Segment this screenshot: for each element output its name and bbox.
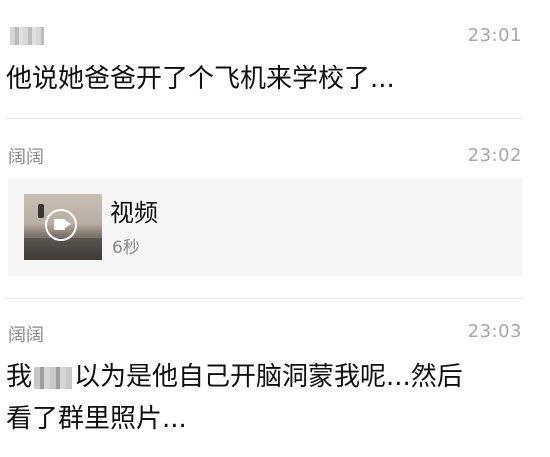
sender-name: 阔阔 xyxy=(8,325,44,346)
message-time: 23:02 xyxy=(467,145,522,166)
message-text-line2: 看了群里照片... xyxy=(6,404,187,434)
sender-name: 阔阔 xyxy=(8,147,44,168)
message-text: 我 以为是他自己开脑洞蒙我呢...然后 看了群里照片... xyxy=(6,356,526,440)
message-1: 23:01 他说她爸爸开了个飞机来学校了... xyxy=(0,0,550,120)
video-message-card[interactable]: 视频 6秒 xyxy=(8,178,522,276)
video-camera-icon xyxy=(54,219,65,230)
thumbnail-figure xyxy=(38,204,44,218)
thumbnail-ground xyxy=(24,238,102,260)
message-text-prefix: 我 xyxy=(6,362,33,392)
video-thumbnail[interactable] xyxy=(24,194,102,260)
sender-name-redacted xyxy=(10,26,44,46)
divider xyxy=(6,118,522,119)
video-title: 视频 xyxy=(110,199,158,227)
redacted-text-block xyxy=(34,366,73,389)
message-time: 23:03 xyxy=(467,321,522,342)
message-3: 阔阔 23:03 我 以为是他自己开脑洞蒙我呢...然后 看了群里照片... xyxy=(0,300,550,457)
video-camera-lens-icon xyxy=(65,220,71,228)
message-time: 23:01 xyxy=(467,25,522,46)
video-duration: 6秒 xyxy=(112,238,140,258)
divider xyxy=(6,298,522,299)
message-text-rest: 以为是他自己开脑洞蒙我呢...然后 xyxy=(74,362,463,392)
message-text: 他说她爸爸开了个飞机来学校了... xyxy=(6,64,395,94)
redacted-name-block xyxy=(10,27,44,45)
